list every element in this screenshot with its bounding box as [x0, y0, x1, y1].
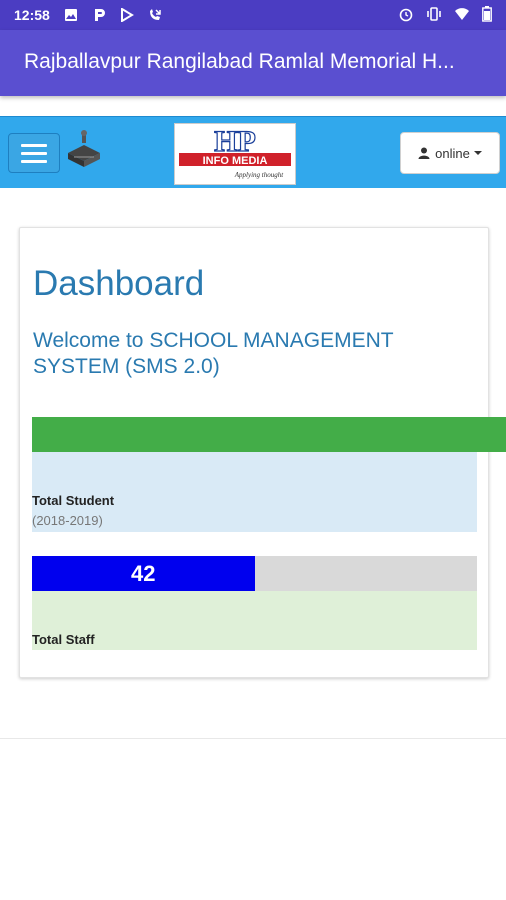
vibrate-icon — [426, 6, 442, 25]
hamburger-line — [21, 143, 47, 147]
p-icon — [92, 8, 106, 22]
hamburger-menu-button[interactable] — [8, 133, 60, 173]
app-title: Rajballavpur Rangilabad Ramlal Memorial … — [24, 50, 455, 73]
hamburger-line — [21, 159, 47, 163]
alarm-icon — [398, 6, 414, 25]
missed-call-icon — [148, 8, 162, 22]
status-bar: 12:58 — [0, 0, 506, 30]
page-divider — [0, 738, 506, 739]
web-navbar: HP INFO MEDIA Applying thought online — [0, 116, 506, 188]
play-store-icon — [120, 7, 134, 23]
app-bar: Rajballavpur Rangilabad Ramlal Memorial … — [0, 30, 506, 96]
total-student-panel[interactable]: Total Student (2018-2019) — [32, 417, 506, 532]
total-staff-panel[interactable]: 42 Total Staff — [32, 556, 477, 650]
dashboard-card: Dashboard Welcome to SCHOOL MANAGEMENT S… — [19, 227, 506, 678]
brand-mid-text: INFO MEDIA — [203, 155, 268, 167]
user-icon — [418, 147, 430, 159]
image-icon — [64, 8, 78, 22]
total-staff-label: Total Staff — [32, 632, 95, 647]
page-title: Dashboard — [33, 264, 205, 303]
welcome-text: Welcome to SCHOOL MANAGEMENT SYSTEM (SMS… — [33, 329, 394, 378]
total-staff-count: 42 — [131, 560, 156, 586]
battery-icon — [482, 5, 492, 25]
hamburger-line — [21, 151, 47, 155]
school-logo-icon — [60, 129, 110, 177]
online-dropdown-button[interactable]: online — [400, 132, 500, 174]
total-student-session: (2018-2019) — [32, 513, 103, 528]
brand-logo: HP INFO MEDIA Applying thought — [174, 123, 296, 185]
wifi-icon — [454, 6, 470, 25]
total-staff-bar-track: 42 — [32, 556, 477, 591]
chevron-down-icon — [473, 151, 482, 155]
brand-tagline: Applying thought — [234, 171, 284, 179]
status-time: 12:58 — [14, 7, 50, 23]
total-student-bar — [32, 417, 506, 452]
online-label: online — [435, 145, 470, 161]
total-student-label: Total Student — [32, 493, 115, 508]
total-staff-bar: 42 — [32, 556, 255, 591]
